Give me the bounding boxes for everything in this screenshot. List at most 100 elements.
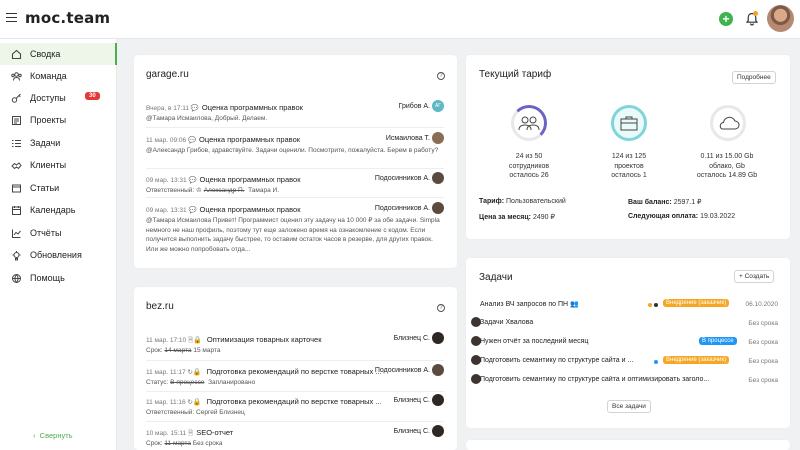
- all-tasks-button[interactable]: Все задачи: [607, 400, 651, 413]
- help-icon[interactable]: ?: [437, 72, 445, 80]
- comment-icon: 💬: [187, 137, 197, 144]
- user-avatar[interactable]: [767, 5, 794, 32]
- author-name: Близнец С.: [393, 428, 430, 435]
- lock-icon: 🔒: [193, 337, 202, 344]
- sidebar-item-label: Отчёты: [30, 228, 62, 238]
- add-icon[interactable]: +: [719, 12, 733, 26]
- menu-icon[interactable]: [6, 13, 17, 23]
- top-bar: moc.team +: [0, 0, 800, 39]
- sidebar-item-label: Клиенты: [30, 160, 67, 170]
- divider: [146, 168, 444, 169]
- divider: [146, 421, 444, 422]
- sidebar-item-articles[interactable]: Статьи: [0, 177, 117, 199]
- author-name: Подосинников А.: [374, 205, 430, 212]
- projects-stat: 124 из 125 проектов осталось 1: [611, 153, 647, 179]
- tasks-title: Задачи: [479, 272, 513, 283]
- status-badge: Внедрение (заказчик): [663, 356, 730, 364]
- author-name: Близнец С.: [393, 397, 430, 404]
- author-name: Грибов А.: [398, 103, 430, 110]
- tasks-card: Задачи + Создать Анализ ВЧ запросов по П…: [466, 258, 790, 428]
- status-badge: Внедрение (заказчик): [663, 299, 730, 307]
- task-date: Без срока: [748, 320, 778, 327]
- avatar: [432, 394, 444, 406]
- change-text: Срок: 11 марта Без срока: [146, 440, 223, 447]
- briefcase-icon: [620, 116, 638, 131]
- avatar: АГ: [432, 100, 444, 112]
- task-item[interactable]: Анализ ВЧ запросов по ПН 👥: [480, 300, 579, 308]
- cloud-gauge: [710, 105, 746, 141]
- cloud-icon: [719, 116, 740, 130]
- collapse-sidebar-button[interactable]: ‹ Свернуть: [33, 431, 73, 440]
- avatar: [432, 332, 444, 344]
- sidebar-item-access[interactable]: Доступы 30: [0, 87, 117, 109]
- task-date: Без срока: [748, 358, 778, 365]
- sidebar-item-reports[interactable]: Отчёты: [0, 222, 117, 244]
- comment-icon: 💬: [188, 207, 197, 214]
- tasks-icon: [10, 137, 22, 149]
- project-feed-garage: garage.ru ? Вчера, в 17:11 💬 Оценка прогр…: [134, 55, 457, 268]
- details-button[interactable]: Подробнее: [732, 71, 776, 84]
- sidebar-item-label: Помощь: [30, 273, 65, 283]
- sidebar-item-help[interactable]: Помощь: [0, 267, 117, 289]
- sidebar-item-summary[interactable]: Сводка: [0, 43, 117, 65]
- clients-icon: [10, 159, 22, 171]
- divider: [146, 197, 444, 198]
- home-icon: [10, 48, 22, 60]
- reports-icon: [10, 227, 22, 239]
- document-icon: 🗎: [187, 430, 194, 437]
- sidebar: Сводка Команда Доступы 30 Проекты Задачи…: [0, 39, 117, 450]
- sidebar-item-team[interactable]: Команда: [0, 65, 117, 87]
- projects-gauge: [611, 105, 647, 141]
- sidebar-item-label: Доступы: [30, 93, 66, 103]
- avatar: [432, 202, 444, 214]
- project-title[interactable]: bez.ru: [146, 301, 174, 312]
- logo[interactable]: moc.team: [25, 9, 110, 27]
- comment-icon: 💬: [190, 105, 199, 112]
- cloud-stat: 0.11 из 15.00 Gb облако, Gb осталось 14.89…: [696, 153, 758, 179]
- sidebar-item-clients[interactable]: Клиенты: [0, 154, 117, 176]
- priority-dot: [648, 303, 652, 307]
- avatar: [432, 364, 444, 376]
- avatar: [432, 425, 444, 437]
- projects-icon: [10, 114, 22, 126]
- tariff-card: Текущий тариф Подробнее 24 из 50 сотрудни…: [466, 55, 790, 239]
- sidebar-item-tasks[interactable]: Задачи: [0, 132, 117, 154]
- task-item[interactable]: Нужен отчёт за последний месяц: [480, 338, 588, 345]
- sidebar-item-label: Задачи: [30, 138, 61, 148]
- change-text: Статус: В процессе Запланировано: [146, 379, 256, 386]
- task-item[interactable]: Задачи Хвалова: [480, 319, 533, 326]
- task-date: Без срока: [748, 377, 778, 384]
- divider: [146, 360, 444, 361]
- comment-text: @Тамара Исмаилова Привет! Программист оц…: [146, 217, 440, 253]
- author-name: Исмаилова Т.: [385, 135, 430, 142]
- project-feed-bez: bez.ru ? 11 мар. 17:10 🗎🔒 Оптимизация тов…: [134, 287, 457, 450]
- comment-text: @Александр Грибов, здравствуйте. Задачи …: [146, 147, 439, 154]
- employees-gauge: [511, 105, 547, 141]
- sidebar-item-calendar[interactable]: Календарь: [0, 199, 117, 221]
- globe-icon: [10, 272, 22, 284]
- help-icon[interactable]: ?: [437, 304, 445, 312]
- author-name: Близнец С.: [393, 335, 430, 342]
- sidebar-item-label: Команда: [30, 71, 67, 81]
- author-name: Подосинников А.: [374, 175, 430, 182]
- avatar: [432, 132, 444, 144]
- create-task-button[interactable]: + Создать: [734, 270, 775, 283]
- task-item[interactable]: Подготовить семантику по структуре сайта…: [480, 376, 740, 383]
- sidebar-item-updates[interactable]: Обновления: [0, 244, 117, 266]
- tariff-title: Текущий тариф: [479, 69, 552, 80]
- plan-info: Тариф: Пользовательский: [479, 198, 566, 205]
- users-icon: [518, 116, 540, 131]
- calendar-icon: [10, 204, 22, 216]
- lock-icon: 🔒: [192, 369, 202, 376]
- project-title[interactable]: garage.ru: [146, 69, 189, 80]
- balance-info: Ваш баланс: 2597.1 ₽: [628, 199, 702, 206]
- status-badge: В процессе: [699, 337, 737, 345]
- sidebar-item-label: Статьи: [30, 183, 60, 193]
- change-text: Ответственный: ♔ Александр П. Тамара И.: [146, 187, 280, 194]
- task-date: 06.10.2020: [745, 301, 778, 308]
- divider: [146, 391, 444, 392]
- sidebar-item-projects[interactable]: Проекты: [0, 109, 117, 131]
- task-item[interactable]: Подготовить семантику по структуре сайта…: [480, 357, 633, 364]
- employees-stat: 24 из 50 сотрудников осталось 26: [508, 153, 550, 179]
- sidebar-item-label: Обновления: [30, 250, 82, 260]
